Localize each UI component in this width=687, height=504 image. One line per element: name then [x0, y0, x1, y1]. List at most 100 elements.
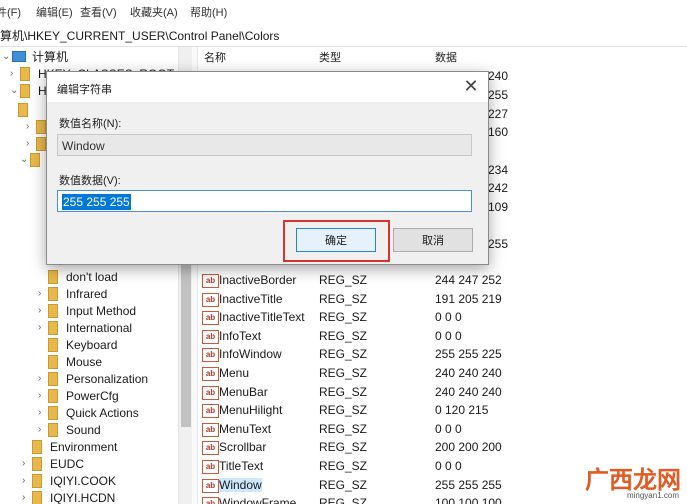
tree-item-label: don't load [66, 269, 118, 284]
partial-value: 255 [488, 88, 509, 102]
folder-icon [32, 490, 42, 504]
watermark-url: mingyan1.com [626, 491, 679, 500]
string-value-icon: ab [202, 385, 219, 400]
row-data: 191 205 219 [435, 291, 502, 306]
tree-item-iqiyi-hcdn[interactable]: › IQIYI.HCDN [22, 489, 115, 504]
folder-icon [20, 83, 30, 98]
list-row[interactable]: ab InfoWindow REG_SZ 255 255 225 [198, 345, 687, 364]
row-type: REG_SZ [319, 310, 368, 325]
tree-item-keyboard[interactable]: Keyboard [38, 336, 117, 353]
string-value-icon: ab [202, 460, 219, 474]
chevron-right-icon[interactable]: › [38, 305, 48, 316]
list-row[interactable]: ab InactiveTitleText REG_SZ 0 0 0 [198, 308, 687, 327]
column-header-name[interactable]: 名称 [204, 49, 226, 65]
row-name: MenuText [219, 421, 272, 436]
dialog-titlebar[interactable]: 编辑字符串 ✕ [47, 72, 488, 102]
close-icon[interactable]: ✕ [461, 76, 481, 96]
menu-help[interactable]: 帮助(H) [190, 4, 228, 20]
tree-item-iqiyi-cook[interactable]: › IQIYI.COOK [22, 472, 116, 489]
cancel-button[interactable]: 取消 [393, 228, 473, 252]
menu-file[interactable]: 件(F) [0, 4, 36, 20]
string-value-icon: ab [202, 367, 219, 381]
tree-item-mouse[interactable]: Mouse [38, 353, 102, 370]
tree-item-label: Sound [66, 422, 101, 437]
folder-icon [48, 337, 58, 352]
list-row[interactable]: ab InfoText REG_SZ 0 0 0 [198, 327, 687, 346]
row-data: 0 0 0 [435, 459, 462, 473]
tree-item-hkcu[interactable]: ⌄ H [10, 82, 47, 99]
value-data-input[interactable]: 255 255 255 [57, 190, 472, 212]
list-row[interactable]: ab MenuText REG_SZ 0 0 0 [198, 420, 687, 439]
list-row[interactable]: ab Scrollbar REG_SZ 200 200 200 [198, 438, 687, 457]
chevron-right-icon[interactable]: › [38, 407, 48, 418]
dialog-title: 编辑字符串 [57, 84, 112, 96]
folder-icon [48, 354, 58, 369]
value-data-selection: 255 255 255 [62, 194, 131, 210]
tree-item-powercfg[interactable]: › PowerCfg [38, 387, 119, 404]
folder-icon [36, 119, 46, 134]
chevron-down-icon[interactable]: ⌄ [20, 154, 30, 165]
chevron-right-icon[interactable]: › [38, 424, 48, 435]
folder-icon [48, 388, 58, 403]
list-row[interactable]: ab MenuBar REG_SZ 240 240 240 [198, 383, 687, 402]
tree-item-personalization[interactable]: › Personalization [38, 370, 148, 387]
list-row[interactable]: ab InactiveTitle REG_SZ 191 205 219 [198, 290, 687, 309]
string-value-icon: ab [202, 292, 219, 307]
column-header-data[interactable]: 数据 [435, 49, 457, 65]
row-name: InactiveTitleText [219, 310, 305, 325]
menu-edit[interactable]: 编辑(E) [36, 4, 80, 20]
tree-item-dont-load[interactable]: don't load [38, 268, 118, 285]
folder-icon [18, 102, 28, 117]
chevron-right-icon[interactable]: › [38, 373, 48, 384]
chevron-right-icon[interactable]: › [26, 121, 36, 132]
ok-button[interactable]: 确定 [296, 228, 376, 252]
folder-icon [48, 405, 58, 420]
tree-item-quick-actions[interactable]: › Quick Actions [38, 404, 139, 421]
row-name: InfoWindow [219, 347, 282, 362]
menu-bar: 件(F) 编辑(E) 查看(V) 收藏夹(A) 帮助(H) [0, 0, 687, 24]
partial-value: 109 [488, 200, 509, 214]
string-value-icon: ab [202, 497, 219, 504]
chevron-right-icon[interactable]: › [38, 390, 48, 401]
tree-folder[interactable] [18, 101, 36, 118]
partial-value: 240 [488, 69, 509, 83]
chevron-right-icon[interactable]: › [22, 458, 32, 469]
chevron-right-icon[interactable]: › [38, 288, 48, 299]
tree-item-label: Mouse [66, 354, 103, 369]
row-data: 100 100 100 [435, 496, 502, 504]
tree-item-eudc[interactable]: › EUDC [22, 455, 84, 472]
chevron-right-icon[interactable]: › [10, 68, 20, 79]
list-row[interactable]: ab Menu REG_SZ 240 240 240 [198, 364, 687, 383]
tree-item-international[interactable]: › International [38, 319, 132, 336]
chevron-down-icon[interactable]: ⌄ [10, 85, 20, 96]
chevron-right-icon[interactable]: › [22, 492, 32, 503]
row-name: Window [219, 477, 262, 492]
row-name: Scrollbar [219, 440, 267, 455]
list-row[interactable]: ab MenuHilight REG_SZ 0 120 215 [198, 401, 687, 420]
tree-root[interactable]: ⌄ 计算机 [2, 48, 68, 65]
list-row[interactable]: ab InactiveBorder REG_SZ 244 247 252 [198, 271, 687, 290]
tree-item-label: Infrared [66, 286, 108, 301]
tree-folder[interactable]: ⌄ [20, 151, 48, 168]
tree-item-sound[interactable]: › Sound [38, 421, 101, 438]
chevron-right-icon[interactable]: › [26, 138, 36, 149]
menu-view[interactable]: 查看(V) [80, 4, 130, 20]
value-name-field[interactable]: Window [57, 134, 472, 156]
tree-item-input-method[interactable]: › Input Method [38, 302, 136, 319]
chevron-down-icon[interactable]: ⌄ [2, 51, 12, 62]
string-value-icon: ab [202, 404, 219, 419]
menu-favorites[interactable]: 收藏夹(A) [130, 4, 190, 20]
row-type: REG_SZ [319, 347, 368, 362]
chevron-right-icon[interactable]: › [22, 475, 32, 486]
tree-item-environment[interactable]: Environment [22, 438, 117, 455]
tree-item-infrared[interactable]: › Infrared [38, 285, 107, 302]
chevron-right-icon[interactable]: › [38, 322, 48, 333]
folder-icon [48, 422, 58, 437]
tree-item-label: International [66, 320, 133, 335]
partial-value: 234 [488, 163, 509, 177]
row-name: MenuHilight [219, 403, 283, 418]
row-data: 255 255 225 [435, 347, 502, 362]
address-bar[interactable]: 算机\HKEY_CURRENT_USER\Control Panel\Color… [0, 26, 687, 47]
column-header-type[interactable]: 类型 [319, 49, 341, 65]
tree-item-label: Personalization [66, 371, 149, 386]
